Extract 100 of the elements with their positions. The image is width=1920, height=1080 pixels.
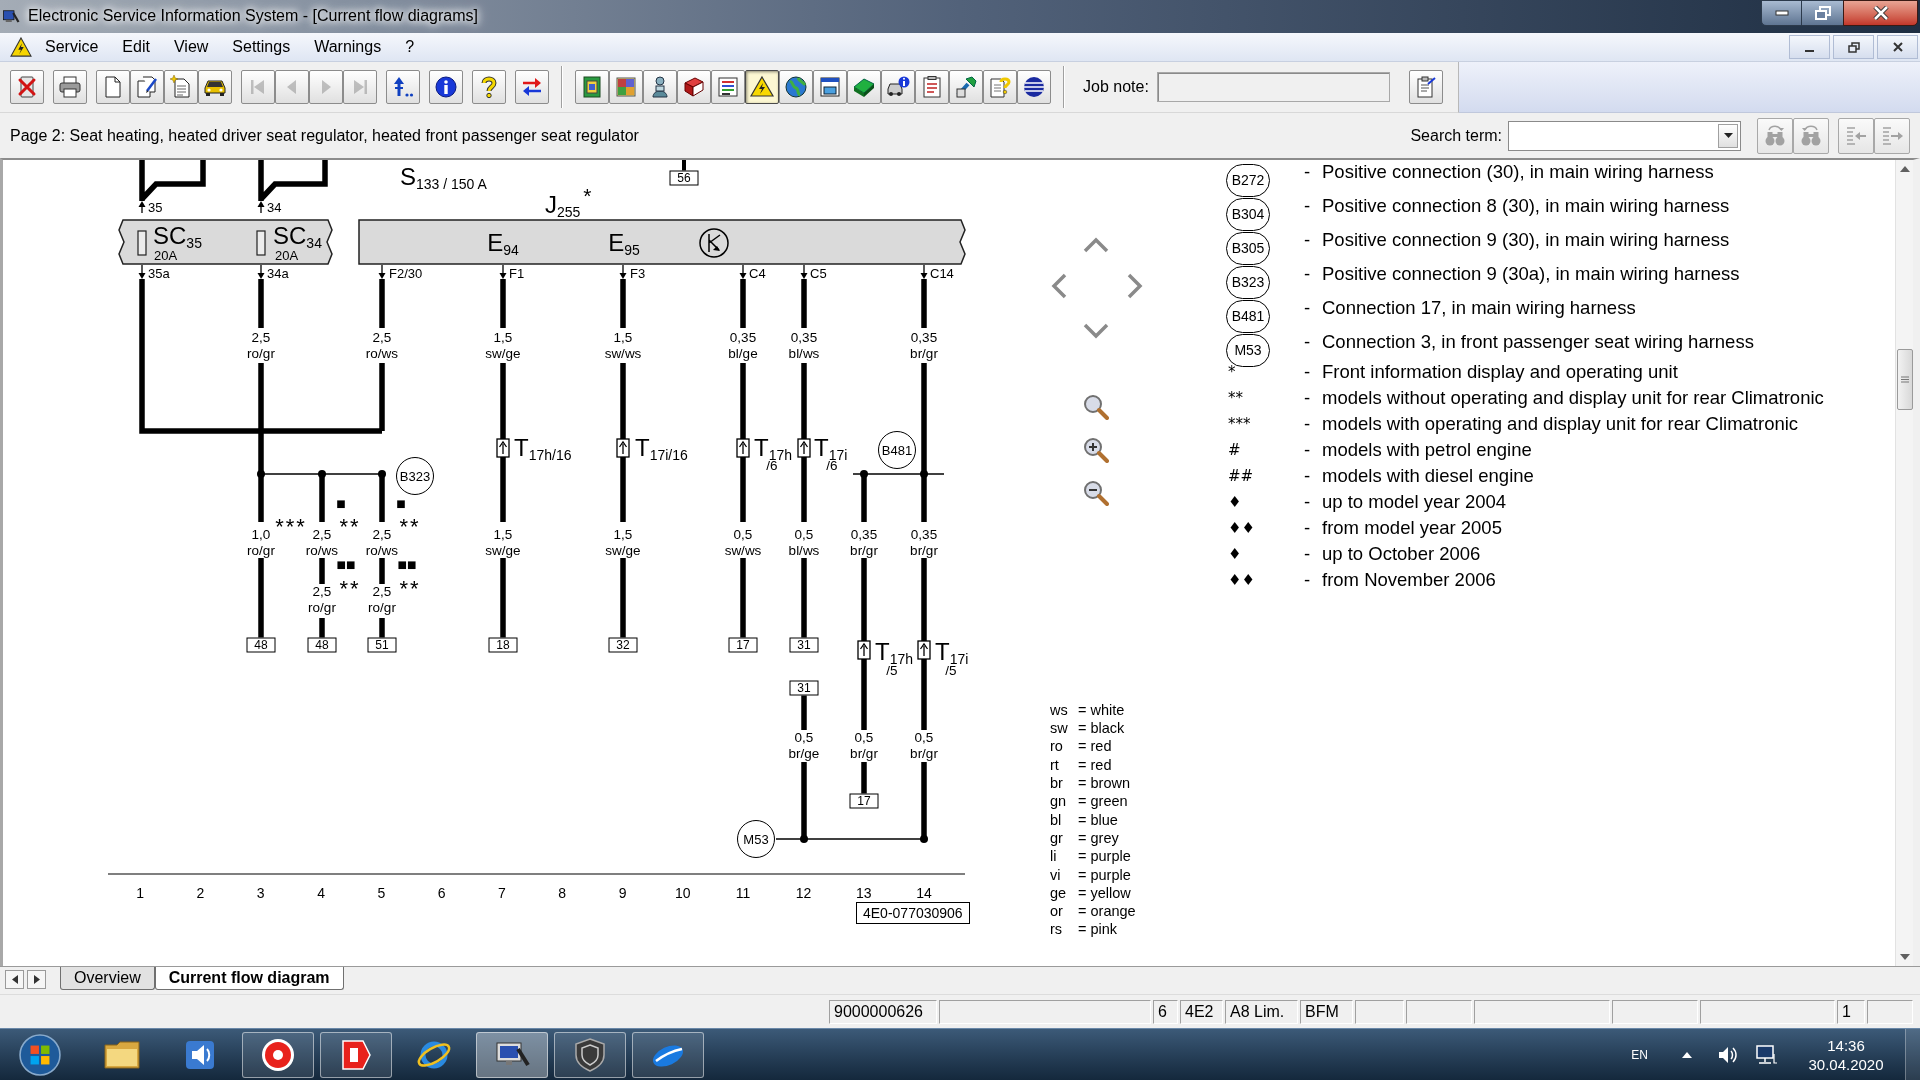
- legend-dash: -: [1304, 544, 1312, 564]
- scroll-down-icon[interactable]: [1899, 954, 1910, 960]
- language-indicator[interactable]: EN: [1631, 1045, 1648, 1064]
- ball-button[interactable]: [1017, 70, 1051, 104]
- pin-label: 34: [267, 200, 282, 214]
- scroll-up-icon[interactable]: [1899, 166, 1910, 172]
- legend-text: Positive connection 9 (30a), in main wiring harness: [1322, 264, 1741, 284]
- connector-label: T$_{17h}$: [875, 640, 914, 664]
- window-button[interactable]: [813, 70, 847, 104]
- legend-dash: -: [1304, 332, 1312, 352]
- wire-gauge-label: 2,5: [312, 528, 332, 542]
- caret-up-icon[interactable]: [1682, 1051, 1692, 1058]
- menu-item[interactable]: View: [161, 35, 221, 59]
- new-document-button[interactable]: [164, 70, 198, 104]
- wire-code-label: ro/gr: [368, 601, 396, 615]
- list-button[interactable]: [711, 70, 745, 104]
- taskbar-button[interactable]: [632, 1031, 704, 1078]
- book-icon: [682, 75, 706, 99]
- taskbar-button[interactable]: [242, 1031, 314, 1078]
- legend-text: up to October 2006: [1322, 544, 1482, 564]
- option-mark: ***: [275, 515, 307, 527]
- speaker-icon[interactable]: [1717, 1044, 1739, 1065]
- info-button[interactable]: [429, 70, 463, 104]
- manual-button[interactable]: [677, 70, 711, 104]
- warning-icon[interactable]: [10, 37, 32, 57]
- chevron-up-icon[interactable]: [1083, 237, 1109, 253]
- terminal-tag: 48: [246, 637, 276, 653]
- wire-code-abbreviation: ge: [1050, 885, 1068, 901]
- close-button[interactable]: [1843, 0, 1918, 26]
- junction-dot-icon: [860, 470, 868, 478]
- taskbar-button[interactable]: [320, 1031, 392, 1078]
- connector-label: T$_{17h/16}$: [514, 436, 572, 460]
- grid-button[interactable]: [609, 70, 643, 104]
- menu-item[interactable]: Service: [33, 35, 111, 59]
- document-button[interactable]: [96, 70, 130, 104]
- show-desktop-button[interactable]: [1905, 1029, 1920, 1080]
- tool-button[interactable]: [949, 70, 983, 104]
- menu-item[interactable]: Warnings: [302, 35, 394, 59]
- grid-icon: [614, 75, 638, 99]
- vehicle-info-button[interactable]: [881, 70, 915, 104]
- wire-gauge-label: 0,5: [914, 731, 934, 745]
- pin-label: C5: [810, 266, 827, 280]
- print-button[interactable]: [53, 70, 87, 104]
- chevron-right-icon[interactable]: [1127, 273, 1143, 299]
- search-field[interactable]: [1508, 120, 1741, 151]
- clipboard-button[interactable]: [915, 70, 949, 104]
- triangle-left-icon: [11, 975, 18, 984]
- taskbar-button[interactable]: [476, 1031, 548, 1078]
- tab-scroll-right-button[interactable]: [27, 970, 46, 989]
- column-number: 8: [557, 884, 568, 902]
- component-label: E$_{94}$: [487, 231, 519, 255]
- clock-date[interactable]: 30.04.2020: [1808, 1054, 1884, 1074]
- column-number: 7: [497, 884, 507, 902]
- dropdown-button[interactable]: [1718, 123, 1738, 148]
- menu-item[interactable]: Settings: [220, 35, 303, 59]
- swap-arrows-icon: [520, 75, 544, 99]
- column-number: 14: [915, 884, 933, 902]
- warnings-button[interactable]: [745, 70, 779, 104]
- document-edit-button[interactable]: [130, 70, 164, 104]
- restore-button[interactable]: [1802, 0, 1843, 26]
- clock-time[interactable]: 14:36: [1827, 1035, 1865, 1055]
- technician-button[interactable]: [643, 70, 677, 104]
- start-orb-icon: [19, 1033, 61, 1076]
- connector-label: T$_{17i}$: [935, 640, 969, 664]
- wire-gauge-label: 1,0: [251, 528, 271, 542]
- status-field: [1406, 999, 1472, 1024]
- chevron-left-icon[interactable]: [1051, 273, 1067, 299]
- scroll-thumb[interactable]: [1896, 349, 1913, 410]
- job-note-button[interactable]: [1408, 70, 1443, 104]
- tab-scroll-left-button[interactable]: [5, 970, 24, 989]
- wire-code-label: ro/ws: [305, 544, 339, 558]
- sheet-button[interactable]: [575, 70, 609, 104]
- scrollbar[interactable]: [1895, 160, 1913, 966]
- exit-button[interactable]: [10, 70, 44, 104]
- globe-button[interactable]: [779, 70, 813, 104]
- vehicle-button[interactable]: [198, 70, 232, 104]
- connection-code: B323: [1226, 265, 1270, 299]
- zoom-out-icon[interactable]: [1083, 480, 1109, 506]
- search-icon[interactable]: [1083, 394, 1109, 420]
- chevron-down-icon[interactable]: [1083, 323, 1109, 339]
- network-icon[interactable]: [1754, 1043, 1778, 1066]
- menu-item[interactable]: ?: [393, 35, 427, 59]
- menu-item[interactable]: Edit: [110, 35, 162, 59]
- option-mark: **: [399, 577, 421, 589]
- help-button[interactable]: [472, 70, 506, 104]
- restore-button[interactable]: [1833, 35, 1874, 59]
- jump-button[interactable]: [386, 70, 420, 104]
- swap-button[interactable]: [515, 70, 549, 104]
- job-note-field[interactable]: [1156, 72, 1390, 102]
- zoom-in-icon[interactable]: [1083, 437, 1109, 463]
- wire-gauge-label: 2,5: [372, 585, 392, 599]
- tab[interactable]: Overview: [60, 967, 155, 990]
- pin-label: C4: [749, 266, 766, 280]
- tab[interactable]: Current flow diagram: [154, 967, 344, 990]
- minimize-button[interactable]: [1761, 0, 1802, 26]
- pin-label: 35: [148, 200, 163, 214]
- block-button[interactable]: [847, 70, 881, 104]
- legend-dash: -: [1304, 196, 1312, 216]
- close-button[interactable]: [1877, 35, 1918, 59]
- wire-code-label: ro/gr: [308, 601, 336, 615]
